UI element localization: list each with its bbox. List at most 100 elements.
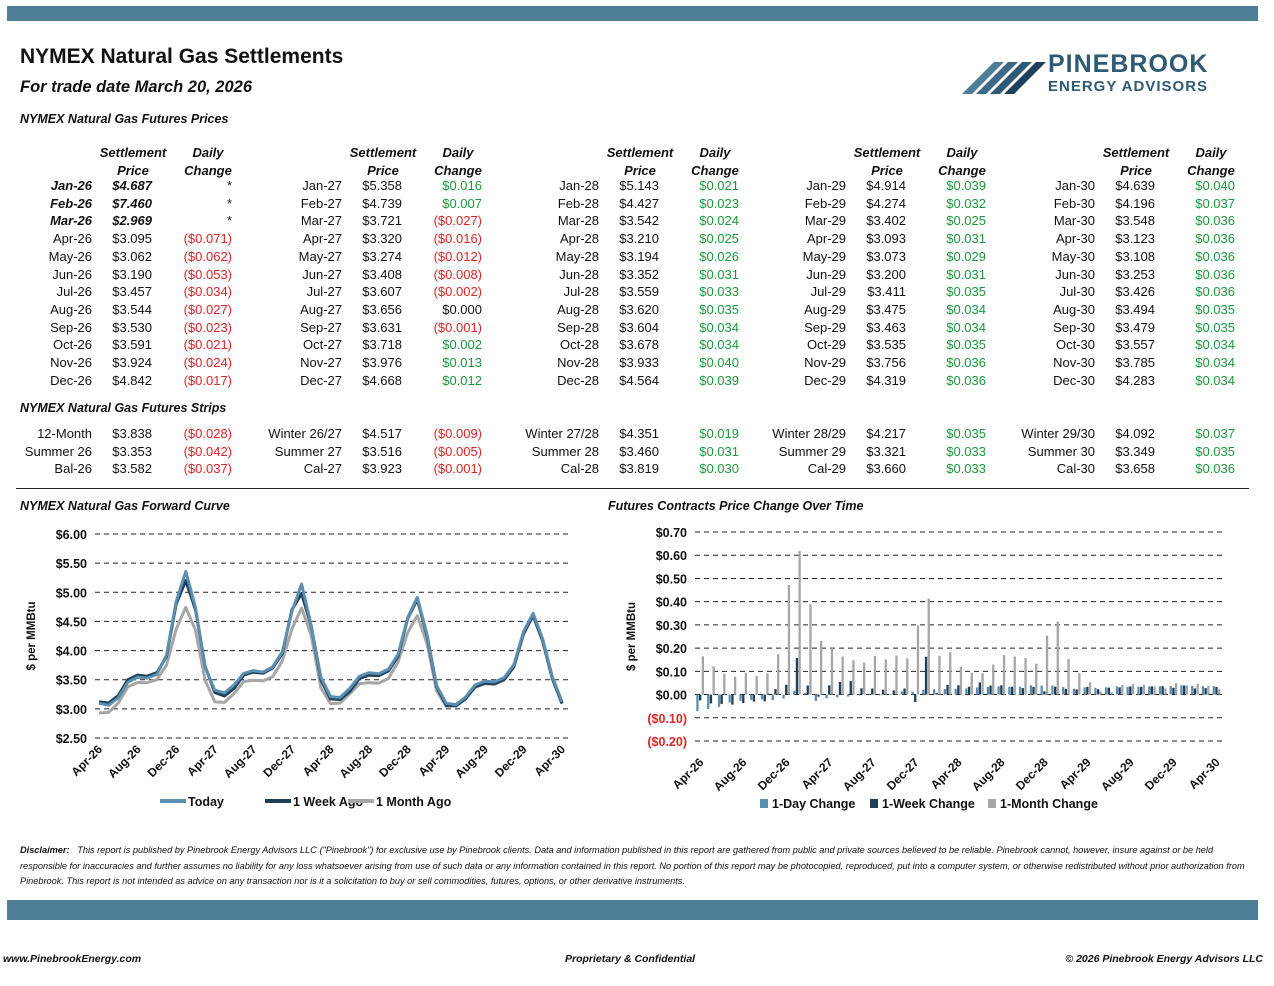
bar-1-week-change	[935, 692, 938, 695]
daily-change-header: Daily	[699, 145, 731, 160]
bar-1-day-change	[1040, 685, 1043, 695]
bar-1-day-change	[1212, 686, 1215, 695]
daily-change: $0.040	[1195, 178, 1235, 193]
daily-change: ($0.034)	[183, 284, 232, 300]
daily-change: *	[226, 213, 232, 229]
daily-change: $0.034	[946, 301, 986, 317]
x-tick-label: Apr-26	[670, 755, 707, 792]
bar-1-week-change	[742, 694, 745, 703]
bar-1-day-change	[889, 694, 893, 695]
bar-1-month-change	[723, 673, 726, 695]
y-tick-label: $0.00	[656, 689, 687, 703]
daily-change: $0.033	[946, 443, 986, 459]
x-tick-label: Dec-29	[492, 742, 530, 780]
bar-1-day-change	[1062, 687, 1065, 695]
x-tick-label: Dec-29	[1142, 755, 1180, 793]
bar-1-week-change	[914, 694, 917, 702]
daily-change: ($0.021)	[183, 337, 232, 353]
bar-1-day-change	[965, 688, 968, 695]
bar-1-week-change	[1032, 686, 1035, 695]
daily-change: ($0.027)	[183, 301, 232, 317]
bar-1-month-change	[841, 656, 844, 695]
settlement-price-header: Settlement	[606, 145, 674, 160]
bar-1-month-change	[949, 652, 952, 695]
settlement-price-header: Settlement	[1102, 145, 1170, 160]
x-tick-label: Apr-27	[184, 742, 221, 779]
bar-1-week-change	[1150, 686, 1153, 695]
daily-change: ($0.024)	[183, 355, 232, 370]
bar-1-week-change	[989, 685, 992, 695]
bar-1-day-change	[922, 689, 925, 695]
y-tick-label: $3.50	[56, 674, 87, 688]
daily-change: $0.025	[946, 213, 986, 229]
bar-1-month-change	[863, 662, 866, 695]
bar-1-month-change	[1142, 684, 1145, 695]
bar-1-week-change	[1172, 687, 1175, 695]
legend-swatch	[760, 799, 768, 808]
bar-1-day-change	[954, 688, 957, 695]
x-tick-label: Apr-28	[300, 742, 337, 779]
bar-1-month-change	[830, 648, 834, 695]
y-tick-label: $4.00	[56, 645, 87, 659]
footer-website[interactable]: www.PinebrookEnergy.com	[3, 953, 141, 965]
logo-mark-icon	[962, 62, 1046, 94]
x-tick-label: Apr-30	[1186, 755, 1223, 792]
x-tick-label: Apr-29	[1057, 755, 1094, 792]
bar-1-month-change	[820, 640, 823, 695]
bar-1-day-change	[1180, 685, 1183, 695]
bar-1-day-change	[933, 689, 936, 695]
bar-1-month-change	[1088, 682, 1092, 695]
bar-1-week-change	[849, 681, 852, 695]
x-tick-label: Apr-26	[68, 742, 105, 779]
x-tick-label: Dec-26	[755, 755, 793, 793]
bar-1-day-change	[1137, 686, 1140, 695]
bar-1-month-change	[1174, 683, 1178, 695]
bar-1-day-change	[1148, 686, 1151, 695]
bar-1-month-change	[981, 673, 984, 695]
bar-1-week-change	[795, 657, 799, 695]
daily-change: $0.037	[1195, 195, 1235, 211]
bar-1-week-change	[1140, 686, 1143, 695]
x-tick-label: Aug-29	[452, 742, 491, 781]
disclaimer-text: This report is published by Pinebrook En…	[20, 845, 1245, 886]
bar-1-month-change	[798, 551, 801, 695]
daily-change: $0.025	[699, 231, 739, 247]
bar-1-month-change	[1056, 621, 1059, 695]
bar-1-week-change	[774, 689, 777, 695]
bar-1-day-change	[760, 694, 764, 700]
top-banner	[7, 6, 1258, 21]
x-tick-label: Aug-28	[337, 742, 376, 781]
bar-1-day-change	[696, 694, 699, 712]
bar-1-day-change	[739, 694, 742, 701]
strips-section-label: NYMEX Natural Gas Futures Strips	[20, 401, 227, 415]
y-tick-label: $0.50	[656, 572, 687, 586]
legend-label: 1-Month Change	[1000, 797, 1098, 811]
bar-1-week-change	[978, 682, 981, 695]
bar-1-month-change	[766, 673, 769, 695]
bar-1-day-change	[728, 694, 731, 703]
legend-label: 1-Day Change	[772, 797, 855, 811]
y-tick-label: $0.40	[656, 596, 687, 610]
bar-1-month-change	[1067, 658, 1070, 695]
bar-1-month-change	[959, 666, 963, 695]
bar-1-day-change	[986, 686, 989, 695]
bar-1-day-change	[782, 694, 785, 699]
bar-1-week-change	[817, 694, 820, 697]
bar-1-week-change	[1086, 686, 1089, 695]
bar-1-month-change	[701, 656, 704, 695]
y-tick-label: $3.00	[56, 703, 87, 717]
x-tick-label: Dec-28	[376, 742, 414, 780]
bar-1-week-change	[720, 694, 723, 704]
bar-1-week-change	[752, 694, 756, 702]
daily-change: ($0.002)	[433, 284, 482, 300]
price-change-chart: ($0.20) ($0.10) $0.00 $0.10 $0.20 $0.30 $0.40 $…	[626, 526, 1223, 811]
bar-1-week-change	[1107, 687, 1110, 695]
x-tick-label: Dec-27	[260, 742, 298, 780]
bar-1-month-change	[744, 672, 747, 695]
x-tick-label: Apr-30	[531, 742, 568, 779]
x-tick-label: Apr-28	[928, 755, 965, 792]
daily-change: $0.034	[699, 337, 739, 353]
prices-section-label: NYMEX Natural Gas Futures Prices	[20, 112, 229, 126]
bar-1-day-change	[1072, 688, 1076, 695]
bar-1-week-change	[1183, 685, 1186, 695]
